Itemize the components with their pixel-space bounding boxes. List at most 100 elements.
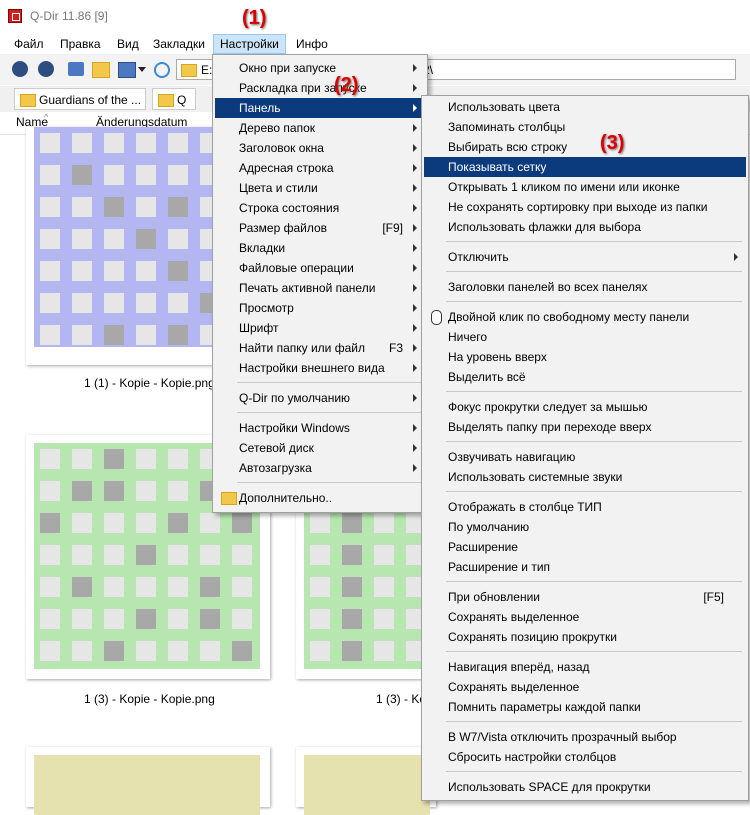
menu-item[interactable]: Сбросить настройки столбцов [424, 747, 746, 767]
grid-cell [374, 609, 394, 629]
thumbnail-image [34, 127, 224, 347]
menu-item[interactable]: Не сохранять сортировку при выходе из па… [424, 197, 746, 217]
annotation-marker: (2) [334, 74, 359, 96]
menu-item-label: Двойной клик по свободному месту панели [448, 310, 690, 324]
grid-cell [342, 577, 362, 597]
menu-item[interactable]: Шрифт [215, 318, 425, 338]
menu-item[interactable]: Выделить всё [424, 367, 746, 387]
menu-item-label: Панель [239, 101, 281, 115]
menu-item[interactable]: Выбирать всю строку [424, 137, 746, 157]
refresh-icon[interactable] [154, 62, 170, 78]
menu-item[interactable]: Отключить [424, 247, 746, 267]
thumbnail-image [34, 755, 260, 815]
menu-info[interactable]: Инфо [290, 35, 334, 53]
menu-item[interactable]: Заголовки панелей во всех панелях [424, 277, 746, 297]
menu-item[interactable]: По умолчанию [424, 517, 746, 537]
menu-item[interactable]: Настройки Windows [215, 418, 425, 438]
grid-cell [40, 261, 60, 281]
submenu-arrow-icon [413, 424, 417, 432]
menu-item[interactable]: При обновлении [F5] [424, 587, 746, 607]
grid-cell [168, 513, 188, 533]
file-name[interactable]: 1 (3) - Ko [376, 692, 426, 706]
grid-cell [40, 133, 60, 153]
menu-item[interactable]: Автозагрузка [215, 458, 425, 478]
submenu-arrow-icon [413, 284, 417, 292]
menu-item-label: Расширение [448, 540, 518, 554]
menu-bookmarks[interactable]: Закладки [147, 35, 211, 53]
forward-icon[interactable] [38, 61, 54, 77]
menu-item[interactable]: Расширение [424, 537, 746, 557]
menu-item[interactable]: Настройки внешнего вида [215, 358, 425, 378]
menu-item[interactable]: Ничего [424, 327, 746, 347]
menu-item[interactable]: Сетевой диск [215, 438, 425, 458]
menu-item[interactable]: Просмотр [215, 298, 425, 318]
file-name[interactable]: 1 (1) - Kopie - Kopie.png [84, 376, 215, 390]
menu-item-label: Расширение и тип [448, 560, 551, 574]
menu-item[interactable]: Файловые операции [215, 258, 425, 278]
menu-item[interactable]: Вкладки [215, 238, 425, 258]
menu-item[interactable]: В W7/Vista отключить прозрачный выбор [424, 727, 746, 747]
menu-item[interactable]: Раскладка при запуске [215, 78, 425, 98]
menu-item-label: Сохранять выделенное [448, 610, 580, 624]
menu-item[interactable]: Открывать 1 кликом по имени или иконке [424, 177, 746, 197]
new-folder-icon[interactable] [92, 62, 110, 78]
menu-item[interactable]: Показывать сетку [424, 157, 746, 177]
menu-item-label: Сохранять позицию прокрутки [448, 630, 617, 644]
view-icon[interactable] [118, 62, 136, 78]
menu-item-label: Файловые операции [239, 261, 354, 275]
file-name[interactable]: 1 (3) - Kopie - Kopie.png [84, 692, 215, 706]
menu-item[interactable]: Сохранять выделенное [424, 677, 746, 697]
back-icon[interactable] [12, 61, 28, 77]
menu-edit[interactable]: Правка [54, 35, 107, 53]
grid-cell [136, 229, 156, 249]
menu-item[interactable]: Озвучивать навигацию [424, 447, 746, 467]
thumbnail[interactable] [296, 747, 436, 815]
menu-item[interactable]: Использовать флажки для выбора [424, 217, 746, 237]
menu-item[interactable]: Использовать цвета [424, 97, 746, 117]
tab-q[interactable]: Q [152, 88, 196, 110]
up-folder-icon[interactable] [68, 62, 84, 76]
menu-item[interactable]: Запоминать столбцы [424, 117, 746, 137]
menu-item[interactable]: Панель [215, 98, 425, 118]
grid-cell [72, 133, 92, 153]
menu-item-label: В W7/Vista отключить прозрачный выбор [448, 730, 677, 744]
menu-item[interactable]: Использовать системные звуки [424, 467, 746, 487]
thumbnail[interactable] [26, 747, 270, 815]
menu-view[interactable]: Вид [111, 35, 145, 53]
menu-settings[interactable]: Настройки [213, 34, 286, 54]
grid-cell [40, 545, 60, 565]
menu-item[interactable]: Выделять папку при переходе вверх [424, 417, 746, 437]
menu-file[interactable]: Файл [8, 35, 50, 53]
menu-item[interactable]: Отображать в столбце ТИП [424, 497, 746, 517]
menu-item[interactable]: Дополнительно.. [215, 488, 425, 508]
menu-item[interactable]: Сохранять выделенное [424, 607, 746, 627]
menu-item[interactable]: Дерево папок [215, 118, 425, 138]
menu-item[interactable]: Сохранять позицию прокрутки [424, 627, 746, 647]
grid-cell [136, 609, 156, 629]
menu-item[interactable]: Фокус прокрутки следует за мышью [424, 397, 746, 417]
view-dropdown-icon[interactable] [138, 67, 146, 72]
menu-item[interactable]: Печать активной панели [215, 278, 425, 298]
grid-cell [310, 545, 330, 565]
menu-item[interactable]: Строка состояния [215, 198, 425, 218]
menu-item[interactable]: Q-Dir по умолчанию [215, 388, 425, 408]
folder-icon [20, 94, 36, 107]
grid-cell [136, 449, 156, 469]
tab-guardians[interactable]: Guardians of the ... [14, 88, 146, 110]
menu-item[interactable]: Помнить параметры каждой папки [424, 697, 746, 717]
menu-item[interactable]: Двойной клик по свободному месту панели [424, 307, 746, 327]
menu-item[interactable]: Найти папку или файл F3 [215, 338, 425, 358]
menu-item[interactable]: Адресная строка [215, 158, 425, 178]
grid-cell [72, 545, 92, 565]
menu-item[interactable]: Размер файлов [F9] [215, 218, 425, 238]
menu-item[interactable]: На уровень вверх [424, 347, 746, 367]
menu-item-label: Строка состояния [239, 201, 340, 215]
menu-item[interactable]: Окно при запуске [215, 58, 425, 78]
grid-cell [72, 449, 92, 469]
menu-item[interactable]: Расширение и тип [424, 557, 746, 577]
menu-item[interactable]: Навигация вперёд, назад [424, 657, 746, 677]
menu-item[interactable]: Заголовок окна [215, 138, 425, 158]
menu-item[interactable]: Цвета и стили [215, 178, 425, 198]
grid-cell [72, 197, 92, 217]
menu-item[interactable]: Использовать SPACE для прокрутки [424, 777, 746, 797]
